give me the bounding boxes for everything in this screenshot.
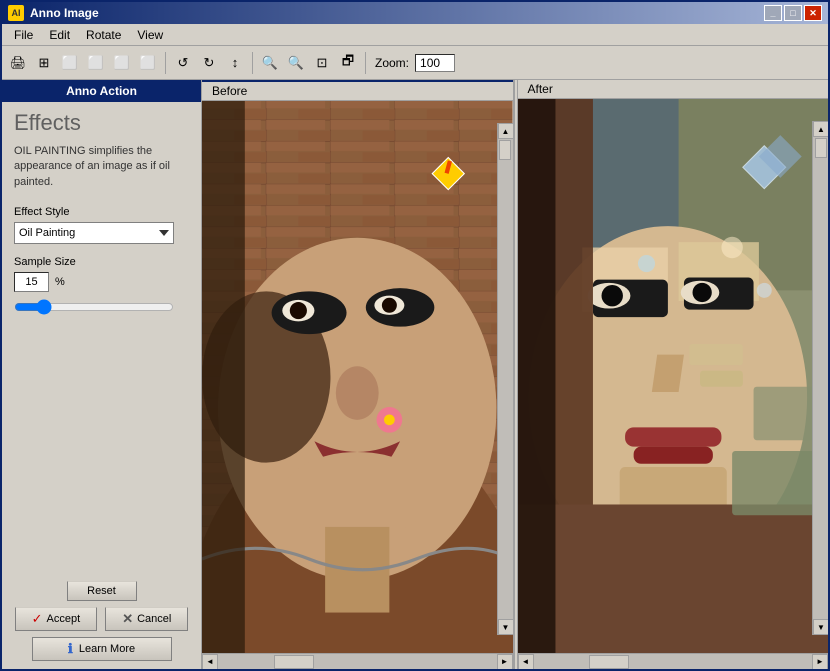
- after-scroll-down[interactable]: ▼: [813, 619, 828, 635]
- sample-size-input[interactable]: [14, 272, 49, 292]
- zoom-value: 100: [415, 54, 455, 72]
- after-vscrollbar: ▲ ▼: [812, 121, 828, 635]
- minimize-button[interactable]: _: [764, 5, 782, 21]
- reset-button[interactable]: Reset: [67, 581, 137, 601]
- learn-more-row: ℹ Learn More: [14, 637, 189, 661]
- separator-2: [252, 52, 253, 74]
- slider-container: [14, 298, 174, 319]
- after-scroll-right[interactable]: ►: [812, 654, 828, 670]
- toolbar-zoom-reset[interactable]: 🗗: [336, 51, 360, 75]
- before-hthumb[interactable]: [274, 655, 314, 669]
- maximize-button[interactable]: □: [784, 5, 802, 21]
- before-image: [202, 101, 513, 653]
- sample-size-unit: %: [55, 276, 65, 288]
- effects-title: Effects: [14, 110, 189, 136]
- separator-1: [165, 52, 166, 74]
- after-scroll-track: [813, 137, 828, 619]
- before-scroll-up[interactable]: ▲: [498, 123, 513, 139]
- before-tab: Before: [202, 80, 513, 101]
- separator-3: [365, 52, 366, 74]
- after-hthumb[interactable]: [589, 655, 629, 669]
- before-scroll-right[interactable]: ►: [497, 654, 513, 670]
- toolbar-btn4[interactable]: ⬜: [84, 51, 108, 75]
- check-icon: ✓: [32, 611, 43, 627]
- reset-label: Reset: [87, 585, 116, 597]
- left-panel: Anno Action Effects OIL PAINTING simplif…: [2, 80, 202, 669]
- after-htrack: [534, 654, 813, 669]
- panel-body: Effects OIL PAINTING simplifies the appe…: [2, 102, 201, 573]
- effect-style-label: Effect Style: [14, 206, 189, 218]
- after-panel: After: [518, 80, 829, 669]
- sample-size-slider[interactable]: [14, 298, 174, 316]
- before-htrack: [218, 654, 497, 669]
- toolbar: 🖨 ⊞ ⬜ ⬜ ⬜ ⬜ ↺ ↻ ↕ 🔍 🔍 ⊡ 🗗 Zoom: 100: [2, 46, 828, 80]
- zoom-label: Zoom:: [371, 56, 413, 70]
- before-scroll-left[interactable]: ◄: [202, 654, 218, 670]
- window-title: Anno Image: [30, 6, 764, 20]
- menu-bar: File Edit Rotate View: [2, 24, 828, 46]
- toolbar-rotate-left[interactable]: ↺: [171, 51, 195, 75]
- image-panels: Before: [202, 80, 828, 669]
- app-icon: AI: [8, 5, 24, 21]
- sample-size-row: %: [14, 272, 189, 292]
- menu-view[interactable]: View: [129, 26, 171, 44]
- panel-header: Anno Action: [2, 80, 201, 102]
- sample-size-label: Sample Size: [14, 256, 189, 268]
- toolbar-rotate-right[interactable]: ↻: [197, 51, 221, 75]
- after-tab: After: [518, 80, 829, 99]
- toolbar-zoom-in[interactable]: 🔍: [258, 51, 282, 75]
- close-button[interactable]: ✕: [804, 5, 822, 21]
- after-hscrollbar: ◄ ►: [518, 653, 829, 669]
- toolbar-copy[interactable]: ⬜: [58, 51, 82, 75]
- learn-more-label: Learn More: [79, 643, 135, 655]
- after-scroll-thumb[interactable]: [815, 138, 827, 158]
- main-window: AI Anno Image _ □ ✕ File Edit Rotate Vie…: [0, 0, 830, 671]
- menu-rotate[interactable]: Rotate: [78, 26, 129, 44]
- main-content: Anno Action Effects OIL PAINTING simplif…: [2, 80, 828, 669]
- accept-label: Accept: [47, 613, 81, 625]
- menu-file[interactable]: File: [6, 26, 41, 44]
- toolbar-zoom-fit[interactable]: ⊡: [310, 51, 334, 75]
- cancel-label: Cancel: [137, 613, 171, 625]
- x-icon: ✕: [122, 611, 133, 627]
- toolbar-btn5[interactable]: ⬜: [110, 51, 134, 75]
- effects-description: OIL PAINTING simplifies the appearance o…: [14, 144, 189, 190]
- before-scroll-track: [498, 139, 513, 619]
- cancel-button[interactable]: ✕ Cancel: [105, 607, 188, 631]
- toolbar-grid[interactable]: ⊞: [32, 51, 56, 75]
- menu-edit[interactable]: Edit: [41, 26, 78, 44]
- panel-buttons: Reset ✓ Accept ✕ Cancel ℹ: [2, 573, 201, 669]
- before-panel: Before: [202, 80, 514, 669]
- before-scroll-down[interactable]: ▼: [498, 619, 513, 635]
- after-scroll-left[interactable]: ◄: [518, 654, 534, 670]
- window-controls: _ □ ✕: [764, 5, 822, 21]
- reset-row: Reset: [14, 581, 189, 601]
- toolbar-flip[interactable]: ↕: [223, 51, 247, 75]
- accept-cancel-row: ✓ Accept ✕ Cancel: [14, 607, 189, 631]
- accept-button[interactable]: ✓ Accept: [15, 607, 98, 631]
- after-image: [518, 99, 829, 653]
- before-hscrollbar: ◄ ►: [202, 653, 513, 669]
- image-area: Before: [202, 80, 828, 669]
- before-scroll-thumb[interactable]: [499, 140, 511, 160]
- info-icon: ℹ: [68, 641, 73, 657]
- toolbar-print[interactable]: 🖨: [6, 51, 30, 75]
- after-scroll-up[interactable]: ▲: [813, 121, 828, 137]
- toolbar-btn6[interactable]: ⬜: [136, 51, 160, 75]
- title-bar: AI Anno Image _ □ ✕: [2, 2, 828, 24]
- before-vscrollbar: ▲ ▼: [497, 123, 513, 635]
- effect-style-select[interactable]: Oil Painting: [14, 222, 174, 244]
- toolbar-zoom-out[interactable]: 🔍: [284, 51, 308, 75]
- learn-more-button[interactable]: ℹ Learn More: [32, 637, 172, 661]
